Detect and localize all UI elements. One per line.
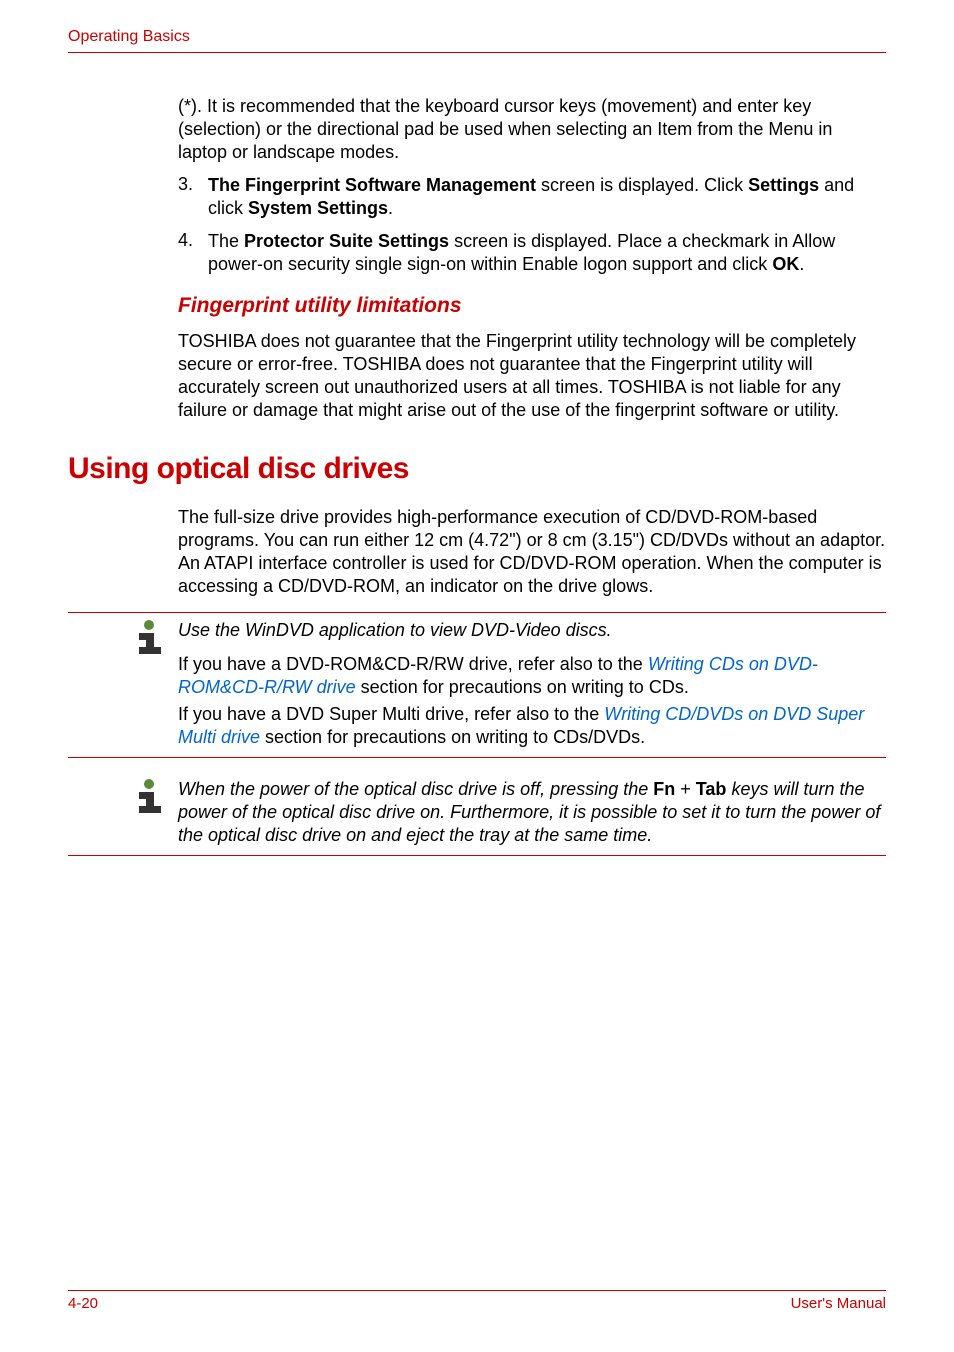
footer-label: User's Manual (791, 1295, 886, 1312)
main-text: The full-size drive provides high-perfor… (178, 506, 886, 598)
note-block-1: Use the WinDVD application to view DVD-V… (68, 612, 886, 757)
list-number-3: 3. (178, 174, 208, 220)
intro-paragraph: (*). It is recommended that the keyboard… (178, 95, 886, 164)
note1-para3: If you have a DVD Super Multi drive, ref… (178, 703, 886, 749)
list-item-3: 3. The Fingerprint Software Management s… (178, 174, 886, 220)
note2-before1: When the power of the optical disc drive… (178, 779, 653, 799)
note1-para2-after: section for precautions on writing to CD… (356, 677, 689, 697)
list-number-4: 4. (178, 230, 208, 276)
note2-mid1: + (675, 779, 696, 799)
page-footer: 4-20 User's Manual (68, 1290, 886, 1312)
note2-content: When the power of the optical disc drive… (178, 778, 886, 847)
info-icon (68, 619, 178, 748)
list-item-4: 4. The Protector Suite Settings screen i… (178, 230, 886, 276)
list4-bold2: OK (772, 254, 799, 274)
main-heading: Using optical disc drives (68, 452, 886, 486)
header-section-title: Operating Basics (68, 28, 190, 45)
info-icon-2 (68, 778, 178, 847)
list3-bold2: Settings (748, 175, 819, 195)
list3-bold3: System Settings (248, 198, 388, 218)
list4-after: . (799, 254, 804, 274)
subsection-heading: Fingerprint utility limitations (178, 294, 886, 318)
list3-bold1: The Fingerprint Software Management (208, 175, 536, 195)
note1-line1: Use the WinDVD application to view DVD-V… (178, 619, 886, 642)
page-header: Operating Basics (68, 28, 886, 53)
list-content-3: The Fingerprint Software Management scre… (208, 174, 886, 220)
list3-mid1: screen is displayed. Click (536, 175, 748, 195)
note1-para3-before: If you have a DVD Super Multi drive, ref… (178, 704, 604, 724)
page-number: 4-20 (68, 1295, 98, 1312)
note2-bold1: Fn (653, 779, 675, 799)
note2-bold2: Tab (696, 779, 727, 799)
list4-before1: The (208, 231, 244, 251)
note1-para2-before: If you have a DVD-ROM&CD-R/RW drive, ref… (178, 654, 648, 674)
list3-after: . (388, 198, 393, 218)
note1-para3-after: section for precautions on writing to CD… (260, 727, 645, 747)
note1-para2: If you have a DVD-ROM&CD-R/RW drive, ref… (178, 653, 886, 699)
note-block-2: When the power of the optical disc drive… (68, 772, 886, 856)
subsection-text: TOSHIBA does not guarantee that the Fing… (178, 330, 886, 422)
note1-content: Use the WinDVD application to view DVD-V… (178, 619, 886, 748)
list-content-4: The Protector Suite Settings screen is d… (208, 230, 886, 276)
list4-bold1: Protector Suite Settings (244, 231, 449, 251)
